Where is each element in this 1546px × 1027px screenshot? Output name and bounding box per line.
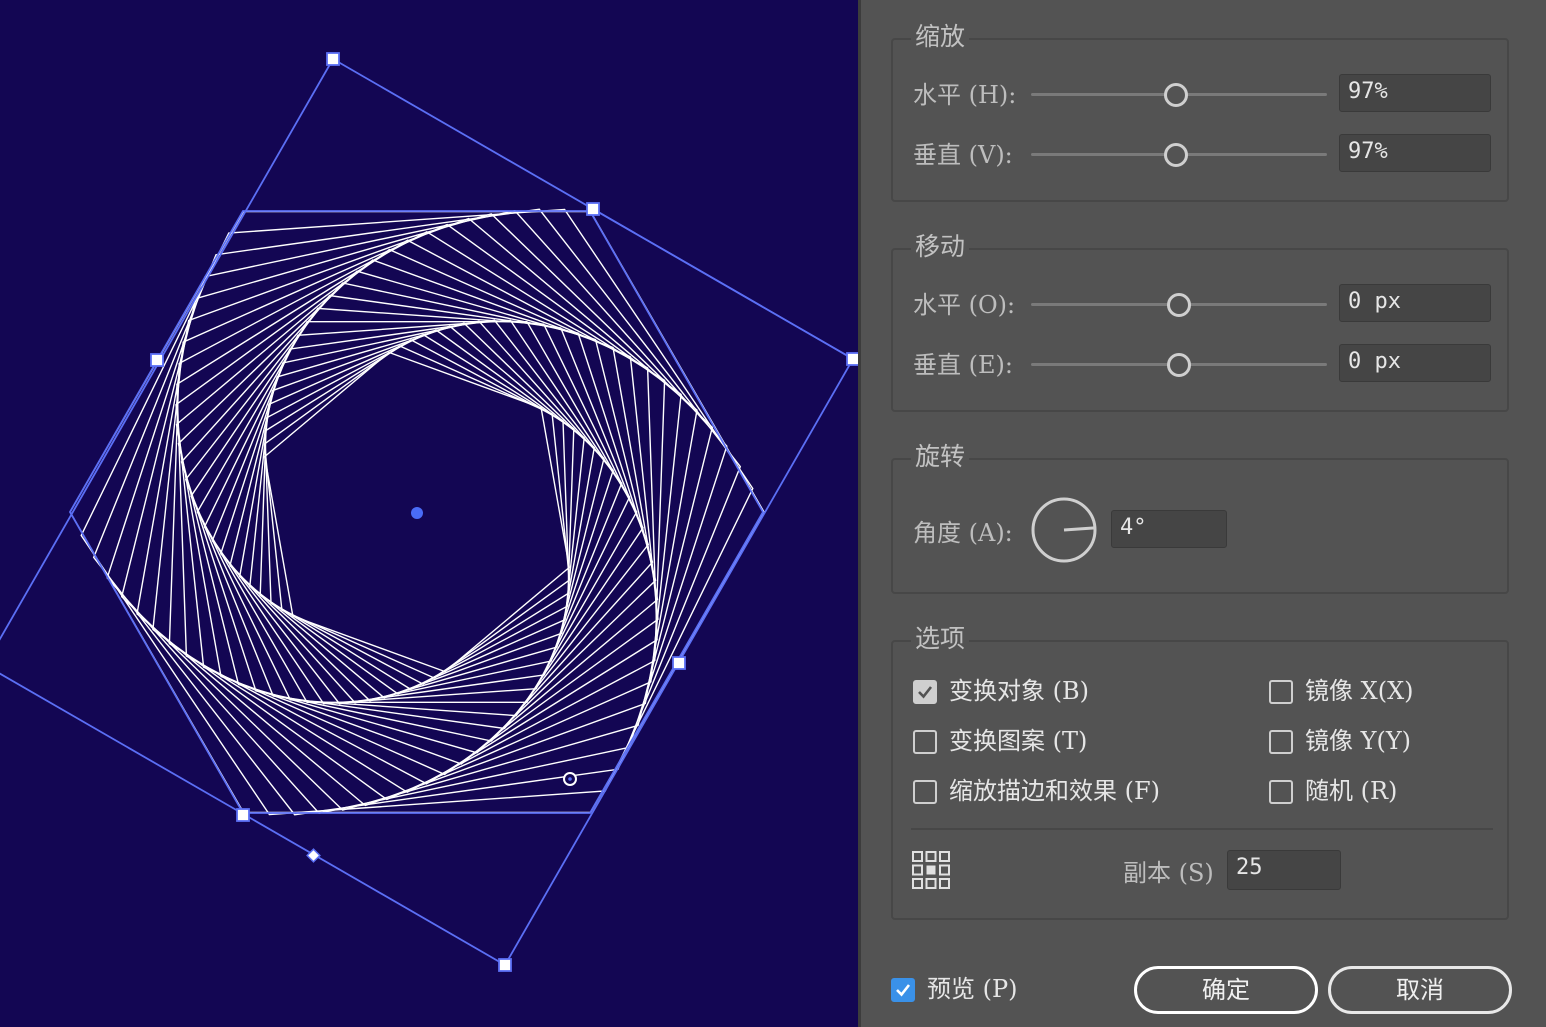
move-horizontal-label: 水平 (O): bbox=[913, 291, 1016, 319]
random-label: 随机 (R) bbox=[1305, 777, 1398, 805]
transform-each-dialog: 缩放 水平 (H): 97% 垂直 (V): 97% 移动 水平 (O): 0 … bbox=[861, 0, 1546, 1027]
options-group: 选项 变换对象 (B) 变换图案 (T) 缩放描边和效果 (F) 镜像 X(X)… bbox=[891, 623, 1509, 920]
random-box[interactable] bbox=[1269, 780, 1293, 804]
rotate-group-title: 旋转 bbox=[911, 441, 970, 473]
scale-group: 缩放 水平 (H): 97% 垂直 (V): 97% bbox=[891, 21, 1509, 202]
reflect-y-label: 镜像 Y(Y) bbox=[1305, 727, 1412, 755]
move-vertical-slider-thumb[interactable] bbox=[1167, 353, 1191, 377]
move-horizontal-slider[interactable] bbox=[1031, 293, 1327, 317]
copies-label: 副本 (S) bbox=[1123, 859, 1214, 887]
reflect-y-checkbox[interactable]: 镜像 Y(Y) bbox=[1269, 727, 1489, 758]
move-horizontal-input[interactable]: 0 px bbox=[1339, 284, 1491, 322]
copies-input[interactable]: 25 bbox=[1227, 850, 1341, 890]
ok-button[interactable]: 确定 bbox=[1134, 966, 1318, 1014]
angle-dial-icon[interactable] bbox=[1030, 496, 1098, 564]
options-group-title: 选项 bbox=[911, 623, 970, 655]
scale-strokes-label: 缩放描边和效果 (F) bbox=[949, 777, 1161, 805]
center-point[interactable] bbox=[411, 507, 423, 519]
move-vertical-label: 垂直 (E): bbox=[913, 351, 1013, 379]
scale-horizontal-slider[interactable] bbox=[1031, 83, 1327, 107]
scale-horizontal-label: 水平 (H): bbox=[913, 81, 1017, 109]
preview-check-icon[interactable] bbox=[891, 978, 915, 1002]
preview-label: 预览 (P) bbox=[927, 975, 1018, 1003]
scale-strokes-checkbox[interactable]: 缩放描边和效果 (F) bbox=[913, 777, 1243, 808]
scale-vertical-input[interactable]: 97% bbox=[1339, 134, 1491, 172]
options-separator bbox=[911, 828, 1493, 830]
reference-point-grid-icon[interactable] bbox=[911, 850, 951, 890]
scale-group-title: 缩放 bbox=[911, 21, 970, 53]
scale-strokes-box[interactable] bbox=[913, 780, 937, 804]
reflect-x-label: 镜像 X(X) bbox=[1305, 677, 1414, 705]
bbox-handle-bottom-left[interactable] bbox=[236, 808, 250, 822]
scale-horizontal-input[interactable]: 97% bbox=[1339, 74, 1491, 112]
bbox-handle-top[interactable] bbox=[326, 52, 340, 66]
transform-patterns-label: 变换图案 (T) bbox=[949, 727, 1088, 755]
reflect-x-box[interactable] bbox=[1269, 680, 1293, 704]
move-vertical-slider[interactable] bbox=[1031, 353, 1327, 377]
reflect-x-checkbox[interactable]: 镜像 X(X) bbox=[1269, 677, 1489, 708]
transform-patterns-box[interactable] bbox=[913, 730, 937, 754]
transform-objects-label: 变换对象 (B) bbox=[949, 677, 1089, 705]
scale-vertical-slider-thumb[interactable] bbox=[1164, 143, 1189, 167]
move-group-title: 移动 bbox=[911, 231, 970, 263]
rotate-angle-label: 角度 (A): bbox=[913, 519, 1013, 547]
bbox-handle-bottom[interactable] bbox=[498, 958, 512, 972]
move-group: 移动 水平 (O): 0 px 垂直 (E): 0 px bbox=[891, 231, 1509, 412]
cancel-button[interactable]: 取消 bbox=[1328, 966, 1512, 1014]
rotate-group: 旋转 角度 (A): 4° bbox=[891, 441, 1509, 594]
scale-vertical-label: 垂直 (V): bbox=[913, 141, 1013, 169]
artwork-svg[interactable] bbox=[0, 0, 858, 1027]
artboard-canvas[interactable] bbox=[0, 0, 858, 1027]
bbox-handle-bottom-right[interactable] bbox=[672, 656, 686, 670]
move-horizontal-slider-thumb[interactable] bbox=[1167, 293, 1191, 317]
bbox-handle-left[interactable] bbox=[150, 353, 164, 367]
bbox-handle-top-right[interactable] bbox=[586, 202, 600, 216]
reflect-y-box[interactable] bbox=[1269, 730, 1293, 754]
random-checkbox[interactable]: 随机 (R) bbox=[1269, 777, 1489, 808]
move-vertical-input[interactable]: 0 px bbox=[1339, 344, 1491, 382]
rotate-angle-input[interactable]: 4° bbox=[1111, 510, 1227, 548]
preview-checkbox[interactable]: 预览 (P) bbox=[891, 975, 1091, 1006]
scale-horizontal-slider-thumb[interactable] bbox=[1164, 83, 1189, 107]
scale-vertical-slider[interactable] bbox=[1031, 143, 1327, 167]
transform-objects-checkbox[interactable]: 变换对象 (B) bbox=[913, 677, 1243, 708]
transform-patterns-checkbox[interactable]: 变换图案 (T) bbox=[913, 727, 1243, 758]
transform-objects-check-icon[interactable] bbox=[913, 680, 937, 704]
bbox-handle-right[interactable] bbox=[846, 352, 858, 366]
